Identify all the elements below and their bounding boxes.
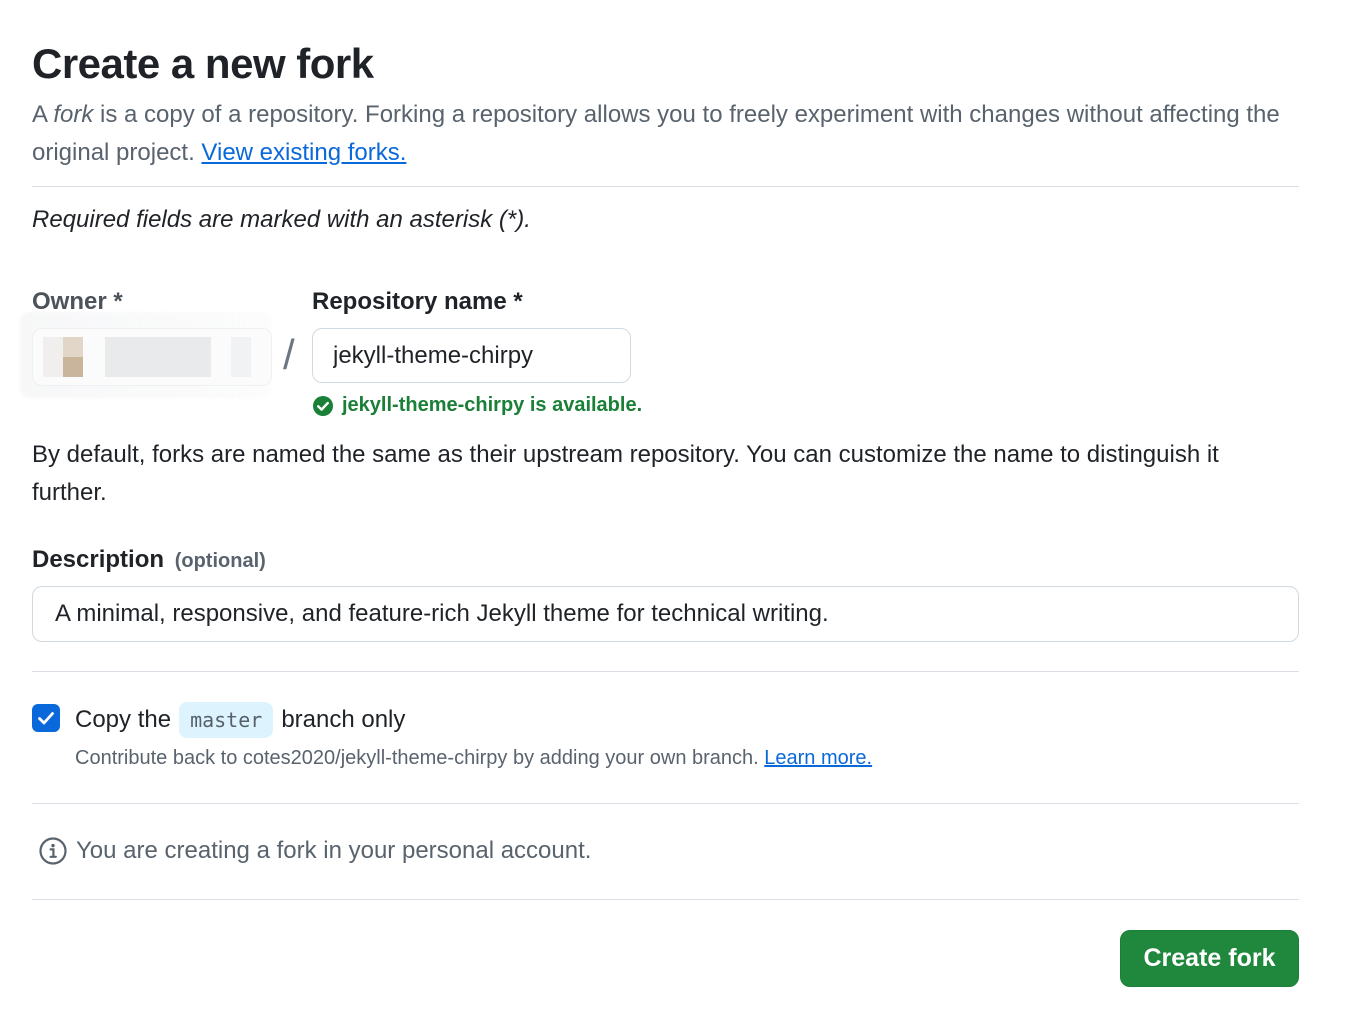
description-input[interactable] — [32, 586, 1299, 642]
copy-branch-checkbox[interactable] — [32, 704, 60, 732]
checkmark-icon — [38, 712, 54, 725]
branch-name-code: master — [179, 702, 274, 738]
repository-name-input[interactable] — [312, 328, 631, 383]
description-label-text: Description — [32, 546, 165, 573]
view-existing-forks-link[interactable]: View existing forks. — [201, 139, 406, 166]
repository-name-label: Repository name * — [312, 288, 523, 315]
description-label: Description (optional) — [32, 544, 266, 577]
intro-text: A fork is a copy of a repository. Forkin… — [32, 96, 1282, 172]
owner-select[interactable] — [32, 328, 272, 386]
availability-text: jekyll-theme-chirpy is available. — [342, 394, 643, 416]
divider — [32, 899, 1299, 900]
owner-name-redacted — [105, 337, 211, 377]
divider — [32, 186, 1299, 187]
intro-prefix: A — [32, 101, 54, 128]
availability-message: jekyll-theme-chirpy is available. — [312, 394, 642, 417]
divider — [32, 803, 1299, 804]
learn-more-link[interactable]: Learn more. — [764, 747, 872, 769]
personal-account-text: You are creating a fork in your personal… — [76, 837, 592, 864]
copy-branch-help-text: Contribute back to cotes2020/jekyll-them… — [75, 747, 765, 769]
copy-branch-help: Contribute back to cotes2020/jekyll-them… — [75, 744, 872, 772]
copy-branch-label[interactable]: Copy the master branch only — [75, 702, 405, 738]
create-fork-button[interactable]: Create fork — [1120, 930, 1299, 987]
owner-redaction-block — [63, 357, 83, 377]
personal-account-info: You are creating a fork in your personal… — [38, 836, 591, 866]
copy-branch-label-prefix: Copy the — [75, 706, 172, 733]
check-circle-fill-icon — [312, 395, 334, 417]
required-note: Required fields are marked with an aster… — [32, 206, 531, 233]
intro-fork-word: fork — [53, 101, 94, 128]
description-optional-tag: (optional) — [174, 550, 266, 572]
copy-branch-label-suffix: branch only — [281, 706, 406, 733]
page-title: Create a new fork — [32, 40, 374, 87]
owner-repo-separator: / — [283, 331, 295, 378]
info-icon — [38, 836, 68, 866]
owner-chevron-redacted — [231, 337, 251, 377]
divider — [32, 671, 1299, 672]
default-name-note: By default, forks are named the same as … — [32, 441, 1219, 506]
